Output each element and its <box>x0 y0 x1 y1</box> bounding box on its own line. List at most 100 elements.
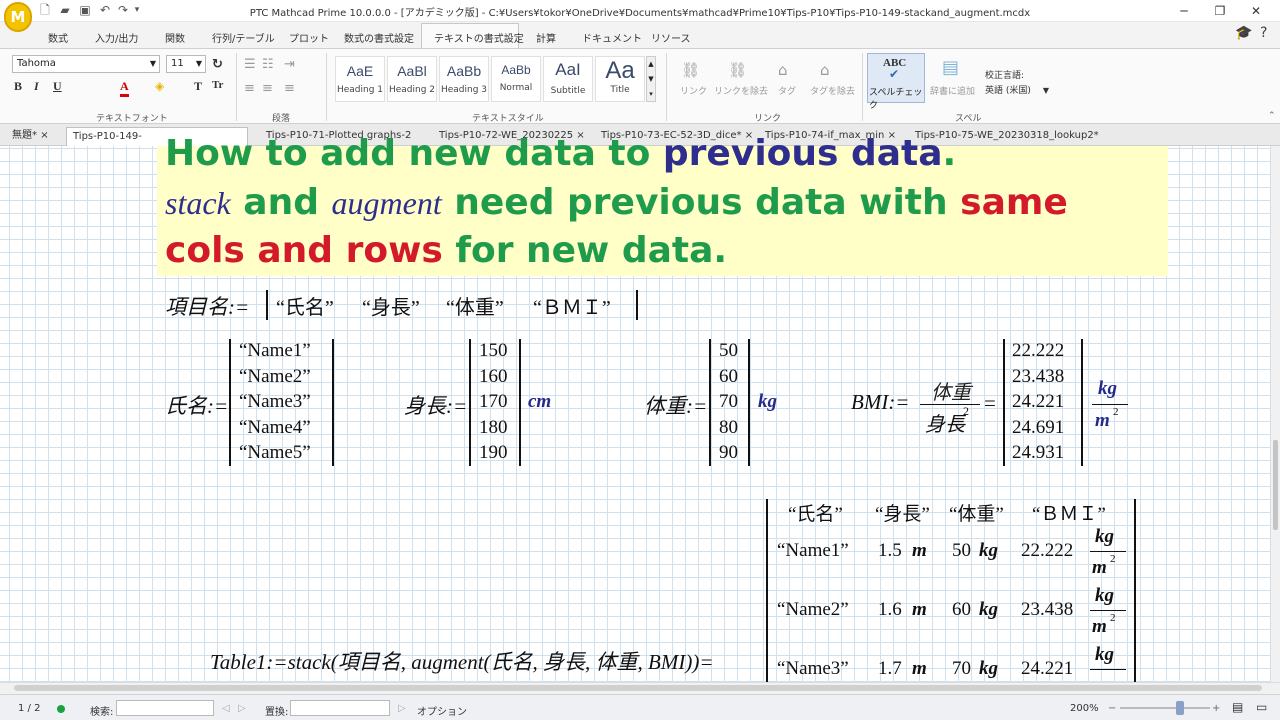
menu-plots[interactable]: プロット <box>289 30 329 45</box>
heading-text: augment <box>331 185 442 221</box>
table1-expression[interactable]: Table1:=stack(項目名, augment(氏名, 身長, 体重, B… <box>210 646 714 676</box>
checkmark-icon: ✔ <box>889 67 900 81</box>
table-bmi-unit-denominator: m <box>1092 557 1107 578</box>
horizontal-scroll-thumb[interactable] <box>14 685 1262 691</box>
highlight-color-icon[interactable]: ◈ <box>155 79 164 93</box>
ribbon: Tahoma ▼ 11 ▼ ↻ B I U A ◈ T Tr テキストフォント ☰ … <box>0 48 1280 124</box>
menu-input-output[interactable]: 入力/出力 <box>95 30 138 45</box>
font-name-combo[interactable]: Tahoma ▼ <box>12 55 160 73</box>
menu-functions[interactable]: 関数 <box>165 30 185 45</box>
chevron-down-icon: ▼ <box>195 59 202 68</box>
clear-format-icon[interactable]: ↻ <box>212 57 223 72</box>
style-gallery-scroll[interactable]: ▲ ▼ ▾ <box>646 56 656 102</box>
header-definition[interactable]: 項目名:= <box>165 291 249 321</box>
remove-tag-icon[interactable]: ⌂ <box>820 61 830 79</box>
find-previous-icon[interactable]: ◁ <box>222 703 230 714</box>
help-icon[interactable]: ? <box>1260 25 1267 41</box>
align-left-icon[interactable]: ≡ <box>244 81 255 96</box>
equals-sign: = <box>984 391 996 415</box>
italic-button[interactable]: I <box>34 79 39 94</box>
font-size-combo[interactable]: 11 ▼ <box>166 55 206 73</box>
close-tab-icon[interactable]: × <box>40 130 48 141</box>
style-title[interactable]: Aa Title <box>595 56 645 102</box>
tag-icon[interactable]: ⌂ <box>778 61 788 79</box>
menu-math-formatting[interactable]: 数式の書式設定 <box>344 30 414 45</box>
bold-button[interactable]: B <box>14 79 22 94</box>
style-heading-1[interactable]: AaE Heading 1 <box>335 56 385 102</box>
vertical-scrollbar[interactable] <box>1271 146 1280 682</box>
zoom-slider[interactable] <box>1120 707 1210 709</box>
replace-input[interactable] <box>290 700 390 716</box>
remove-tag-button[interactable]: タグを除去 <box>810 84 855 97</box>
menu-math[interactable]: 数式 <box>48 30 68 45</box>
underline-button[interactable]: U <box>53 79 62 94</box>
style-heading-3[interactable]: AaBb Heading 3 <box>439 56 489 102</box>
find-next-icon[interactable]: ▷ <box>238 703 246 714</box>
heading-text: How to add new data to <box>165 133 663 174</box>
menu-calculation[interactable]: 計算 <box>536 30 556 45</box>
tab-untitled[interactable]: 無題* × <box>6 127 64 146</box>
style-preview: AaBb <box>501 63 531 77</box>
style-heading-2[interactable]: AaBl Heading 2 <box>387 56 437 102</box>
menu-resources[interactable]: リソース <box>651 30 691 45</box>
bullet-list-icon[interactable]: ☰ <box>244 57 256 72</box>
names-definition[interactable]: 氏名:= <box>165 390 228 420</box>
weight-cell: 50 <box>719 340 738 361</box>
indent-icon[interactable]: ⇥ <box>284 57 295 72</box>
zoom-in-icon[interactable]: + <box>1212 703 1220 714</box>
restore-button[interactable]: ❐ <box>1202 0 1238 22</box>
dictionary-add-button[interactable]: 辞書に追加 <box>930 84 975 97</box>
shrink-font-button[interactable]: Tr <box>212 79 223 91</box>
zoom-level[interactable]: 200% <box>1070 703 1099 714</box>
zoom-out-icon[interactable]: − <box>1108 703 1116 714</box>
heading-text: same <box>960 182 1068 223</box>
group-label-text-style: テキストスタイル <box>472 114 544 124</box>
align-right-icon[interactable]: ≡ <box>284 81 295 96</box>
search-options[interactable]: オプション <box>417 703 467 718</box>
vertical-scroll-thumb[interactable] <box>1273 440 1278 530</box>
table-bmi-unit-exponent: 2 <box>1110 612 1116 624</box>
divider <box>236 53 237 121</box>
remove-link-button[interactable]: リンクを除去 <box>714 84 768 97</box>
font-color-button[interactable]: A <box>120 79 129 97</box>
mathcad-logo[interactable]: M <box>4 2 32 32</box>
dictionary-add-icon[interactable]: ▤ <box>942 57 959 78</box>
collapse-ribbon-icon[interactable]: ⌃ <box>1268 111 1276 121</box>
numbered-list-icon[interactable]: ☷ <box>262 57 274 72</box>
table-bmi-unit-numerator: kg <box>1095 644 1114 665</box>
style-normal[interactable]: AaBb Normal <box>491 56 541 102</box>
proofing-language-select[interactable]: 英語 (米国) ▼ <box>985 83 1049 96</box>
height-definition[interactable]: 身長:= <box>404 390 467 420</box>
spell-check-button[interactable]: ABC ✔ スペルチェック <box>867 53 925 111</box>
table-bmi-cell: 23.438 <box>1021 599 1074 620</box>
find-input[interactable] <box>116 700 214 716</box>
heading-line-1: How to add new data to previous data. <box>165 133 956 174</box>
draft-view-icon[interactable]: ▭ <box>1256 700 1267 714</box>
calc-status-icon <box>57 705 65 713</box>
unlink-icon[interactable]: ⛓ <box>728 61 747 79</box>
close-window-button[interactable]: ✕ <box>1238 0 1274 22</box>
bmi-cell: 24.931 <box>1012 442 1065 463</box>
weight-definition[interactable]: 体重:= <box>644 390 707 420</box>
minimize-button[interactable]: ─ <box>1166 0 1202 22</box>
page-view-icon[interactable]: ▤ <box>1232 700 1243 714</box>
heading-text: . <box>942 133 957 174</box>
link-icon[interactable]: ⛓ <box>681 61 700 79</box>
fraction-bar <box>1092 404 1128 405</box>
tag-button[interactable]: タグ <box>778 84 796 97</box>
replace-icon[interactable]: ▷ <box>398 703 406 714</box>
menu-text-formatting[interactable]: テキストの書式設定 <box>434 30 524 45</box>
bmi-definition[interactable]: BMI:= <box>851 390 909 415</box>
link-button[interactable]: リンク <box>680 84 707 97</box>
graduation-cap-icon[interactable]: 🎓 <box>1235 25 1252 41</box>
zoom-slider-thumb[interactable] <box>1176 701 1184 715</box>
align-center-icon[interactable]: ≡ <box>262 81 273 96</box>
height-cell: 190 <box>479 442 508 463</box>
menu-matrices-tables[interactable]: 行列/テーブル <box>212 30 275 45</box>
group-label-paragraph: 段落 <box>272 114 291 124</box>
names-cell: “Name4” <box>239 417 311 438</box>
grow-font-button[interactable]: T <box>194 79 202 94</box>
style-subtitle[interactable]: AaI Subtitle <box>543 56 593 102</box>
menu-documents[interactable]: ドキュメント <box>582 30 642 45</box>
table-height-unit: m <box>912 599 927 620</box>
